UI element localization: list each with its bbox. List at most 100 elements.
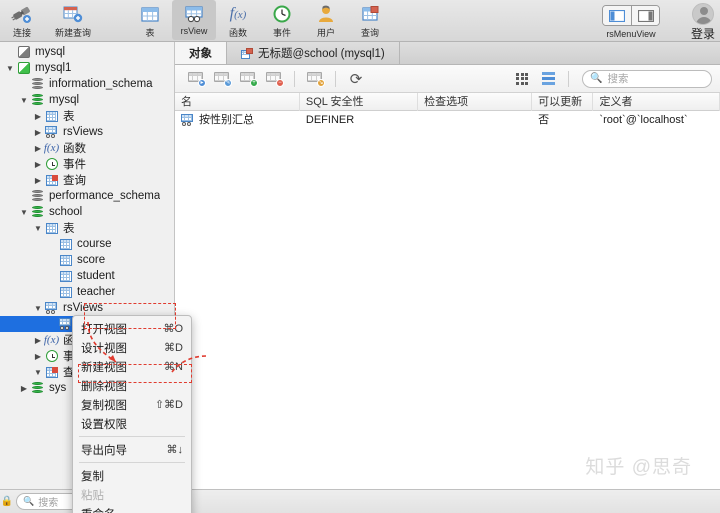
list-view-button[interactable] bbox=[535, 68, 561, 90]
column-header-3[interactable]: 可以更新 bbox=[532, 92, 594, 111]
menu-item-重命名[interactable]: 重命名 bbox=[73, 504, 191, 513]
cell-3: 否 bbox=[538, 114, 550, 126]
tree-twisty[interactable]: ▼ bbox=[32, 224, 44, 233]
function-icon: f(x) bbox=[229, 5, 247, 22]
user-icon bbox=[316, 3, 336, 25]
tree-twisty[interactable]: ▼ bbox=[18, 96, 30, 105]
delete-view-button[interactable]: − bbox=[261, 68, 287, 90]
tab-label: 对象 bbox=[189, 48, 212, 60]
tree-twisty[interactable]: ▶ bbox=[32, 128, 44, 137]
grid-column-headers: 名 SQL 安全性 检查选项 可以更新 定义者 bbox=[175, 92, 720, 111]
menu-item-label: 复制 bbox=[81, 470, 104, 483]
tree-item-information_schema[interactable]: information_schema bbox=[0, 76, 174, 92]
menu-item-设置权限[interactable]: 设置权限 bbox=[73, 414, 191, 433]
toolbar-tab-query-label: 查询 bbox=[360, 28, 379, 38]
tree-twisty[interactable]: ▶ bbox=[32, 160, 44, 169]
view-icon bbox=[45, 302, 58, 314]
database-green-icon bbox=[32, 206, 43, 218]
menu-item-复制视图[interactable]: 复制视图 ⇧⌘D bbox=[73, 395, 191, 414]
tree-item-label: 表 bbox=[63, 111, 75, 123]
database-green-icon bbox=[32, 94, 43, 106]
toolbar-tab-function[interactable]: f(x) 函数 bbox=[216, 0, 260, 42]
toolbar-new-query-button[interactable]: 新建查询 bbox=[44, 0, 102, 42]
toolbar-tab-function-label: 函数 bbox=[228, 28, 247, 38]
cell-text: 按性别汇总 bbox=[199, 114, 254, 126]
query-icon bbox=[45, 366, 58, 378]
column-header-2[interactable]: 检查选项 bbox=[418, 92, 533, 111]
tree-item-mysql[interactable]: mysql bbox=[0, 44, 174, 60]
tree-item-score[interactable]: score bbox=[0, 252, 174, 268]
tree-item-student[interactable]: student bbox=[0, 268, 174, 284]
tree-item-rsViews[interactable]: ▶ rsViews bbox=[0, 124, 174, 140]
column-header-1[interactable]: SQL 安全性 bbox=[300, 92, 419, 111]
toolbar-divider-3 bbox=[568, 70, 569, 87]
object-search-input[interactable]: 🔍 搜索 bbox=[582, 69, 712, 88]
event-icon bbox=[45, 158, 58, 170]
tree-item-函数[interactable]: ▶f(x)函数 bbox=[0, 140, 174, 156]
tab-0[interactable]: 对象 bbox=[175, 42, 227, 64]
tree-item-表[interactable]: ▶ 表 bbox=[0, 108, 174, 124]
tree-item-事件[interactable]: ▶ 事件 bbox=[0, 156, 174, 172]
tree-twisty[interactable]: ▼ bbox=[32, 304, 44, 313]
view-mode-segmented-control: rsMenuView bbox=[602, 0, 660, 39]
menu-item-label: 复制视图 bbox=[81, 399, 127, 412]
column-header-4[interactable]: 定义者 bbox=[593, 92, 720, 111]
toolbar-tab-user[interactable]: 用户 bbox=[304, 0, 348, 42]
tree-item-mysql1[interactable]: ▼ mysql1 bbox=[0, 60, 174, 76]
watermark: 知乎 @思奇 bbox=[585, 457, 692, 478]
toolbar-tab-event[interactable]: 事件 bbox=[260, 0, 304, 42]
view-icon bbox=[59, 318, 72, 330]
tree-twisty[interactable]: ▶ bbox=[32, 352, 44, 361]
tree-item-course[interactable]: course bbox=[0, 236, 174, 252]
new-view-button[interactable]: + bbox=[235, 68, 261, 90]
tree-item-teacher[interactable]: teacher bbox=[0, 284, 174, 300]
annotation-arrow-left bbox=[87, 321, 117, 363]
query-tab-icon bbox=[241, 47, 253, 59]
tree-twisty[interactable]: ▶ bbox=[32, 144, 44, 153]
menu-item-label: 设置权限 bbox=[81, 418, 127, 431]
tree-item-label: score bbox=[77, 254, 106, 266]
tab-1[interactable]: 无标题@school (mysql1) bbox=[227, 42, 400, 64]
tree-item-school[interactable]: ▼ school bbox=[0, 204, 174, 220]
grid-view-button[interactable] bbox=[509, 68, 535, 90]
table-row[interactable]: 按性别汇总 DEFINER 否 `root`@`localhost` bbox=[175, 111, 720, 129]
tree-item-表[interactable]: ▼ 表 bbox=[0, 220, 174, 236]
menu-item-复制[interactable]: 复制 bbox=[73, 466, 191, 485]
tree-item-查询[interactable]: ▶ 查询 bbox=[0, 172, 174, 188]
sidebar-search-placeholder: 搜索 bbox=[38, 498, 59, 509]
tree-item-performance_schema[interactable]: performance_schema bbox=[0, 188, 174, 204]
tree-item-label: teacher bbox=[77, 286, 116, 298]
menu-item-导出向导[interactable]: 导出向导 ⌘↓ bbox=[73, 440, 191, 459]
tree-twisty[interactable]: ▶ bbox=[18, 384, 30, 393]
tree-item-label: mysql bbox=[35, 46, 66, 58]
sidebar-toggle-button[interactable] bbox=[603, 6, 631, 25]
toolbar-tab-query[interactable]: 查询 bbox=[348, 0, 392, 42]
menu-item-粘贴: 粘贴 bbox=[73, 485, 191, 504]
refresh-button[interactable]: ⟳ bbox=[343, 68, 369, 90]
export-wizard-button[interactable]: ↘ bbox=[302, 68, 328, 90]
tree-item-rsViews[interactable]: ▼ rsViews bbox=[0, 300, 174, 316]
tree-twisty[interactable]: ▼ bbox=[4, 64, 16, 73]
account-button[interactable]: 登录 bbox=[686, 0, 720, 42]
tree-twisty[interactable]: ▼ bbox=[32, 368, 44, 377]
cell-1: DEFINER bbox=[305, 114, 355, 126]
tree-item-label: sys bbox=[49, 382, 67, 394]
toolbar-tab-table-label: 表 bbox=[145, 28, 155, 38]
tree-twisty[interactable]: ▶ bbox=[32, 336, 44, 345]
tree-item-label: 函数 bbox=[63, 143, 86, 155]
tree-twisty[interactable]: ▶ bbox=[32, 176, 44, 185]
toolbar-connect-button[interactable]: 连接 bbox=[0, 0, 44, 42]
column-header-0[interactable]: 名 bbox=[175, 92, 300, 111]
menu-item-label: 重命名 bbox=[81, 506, 116, 513]
tree-item-mysql[interactable]: ▼ mysql bbox=[0, 92, 174, 108]
toolbar-connect-label: 连接 bbox=[12, 28, 31, 38]
tree-twisty[interactable]: ▼ bbox=[18, 208, 30, 217]
toolbar-tab-table[interactable]: 表 bbox=[128, 0, 172, 42]
app-window: 连接 新建查询 表 rsView f(x) 函数 事件 用户 查询 rsMenu… bbox=[0, 0, 720, 513]
info-pane-toggle-button[interactable] bbox=[631, 6, 659, 25]
design-view-button[interactable]: ✎ bbox=[209, 68, 235, 90]
open-view-button[interactable]: ▸ bbox=[183, 68, 209, 90]
tree-twisty[interactable]: ▶ bbox=[32, 112, 44, 121]
toolbar-tab-rsview[interactable]: rsView bbox=[172, 0, 216, 40]
table-icon bbox=[45, 110, 58, 122]
